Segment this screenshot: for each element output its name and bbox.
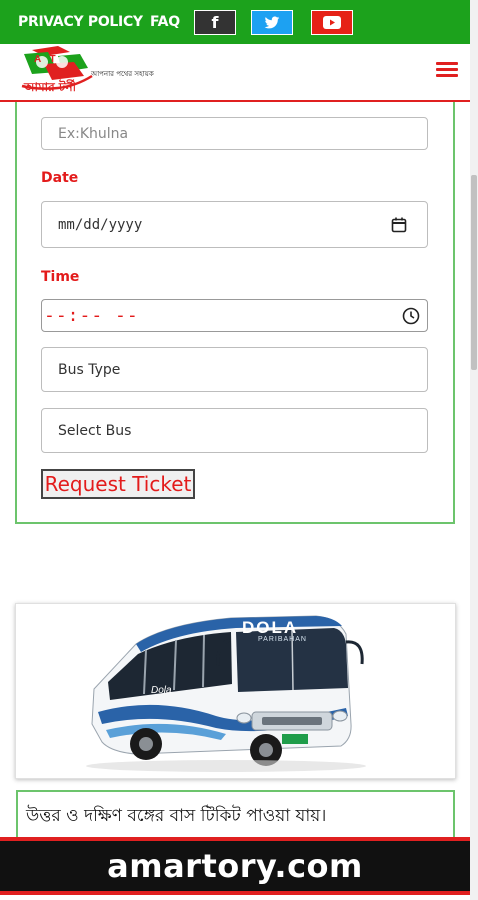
request-ticket-button[interactable]: Request Ticket [41, 469, 195, 499]
date-value: mm/dd/yyyy [58, 216, 143, 233]
privacy-policy-link[interactable]: PRIVACY POLICY [18, 14, 143, 30]
site-logo[interactable]: AT আমার টর্নী আপনার পথের সহায়ক [18, 46, 170, 98]
info-text: উত্তর ও দক্ষিণ বঙ্গের বাস টিকিট পাওয়া য… [26, 806, 327, 826]
facebook-button[interactable]: f [194, 10, 236, 35]
from-location-placeholder: Ex:Khulna [58, 125, 129, 142]
site-header: AT আমার টর্নী আপনার পথের সহায়ক [0, 44, 470, 102]
time-value: --:-- -- [44, 305, 139, 326]
time-input[interactable]: --:-- -- [41, 299, 428, 332]
top-bar: PRIVACY POLICY FAQ f [0, 0, 470, 44]
bus-brand-subtext: PARIBAHAN [258, 636, 307, 643]
scrollbar-track[interactable] [470, 0, 478, 900]
bus-type-select[interactable]: Bus Type [41, 347, 428, 392]
date-input[interactable]: mm/dd/yyyy [41, 201, 428, 248]
clock-icon[interactable] [402, 307, 420, 325]
banner-text: amartory.com [107, 847, 363, 885]
faq-link[interactable]: FAQ [150, 14, 180, 30]
logo-tagline: আপনার পথের সহায়ক [91, 70, 154, 78]
youtube-button[interactable] [311, 10, 353, 35]
calendar-icon[interactable] [391, 217, 407, 233]
bus-image-card: DOLA PARIBAHAN Dola [15, 603, 456, 779]
hamburger-icon[interactable] [436, 62, 458, 78]
facebook-icon: f [211, 13, 219, 32]
twitter-icon [264, 16, 280, 28]
date-label: Date [41, 170, 79, 186]
bus-side-text: Dola [151, 685, 172, 696]
select-bus-placeholder: Select Bus [58, 422, 132, 439]
logo-badge: AT [34, 54, 65, 65]
bus-type-placeholder: Bus Type [58, 361, 121, 378]
site-banner: amartory.com [0, 837, 470, 895]
bus-brand-text: DOLA [242, 618, 299, 637]
twitter-button[interactable] [251, 10, 293, 35]
select-bus-select[interactable]: Select Bus [41, 408, 428, 453]
from-location-input[interactable]: Ex:Khulna [41, 117, 428, 150]
youtube-icon [323, 16, 341, 29]
logo-text: আমার টর্নী [24, 80, 77, 94]
scrollbar-thumb[interactable] [471, 175, 477, 370]
bus-image [86, 615, 366, 772]
time-label: Time [41, 269, 80, 285]
